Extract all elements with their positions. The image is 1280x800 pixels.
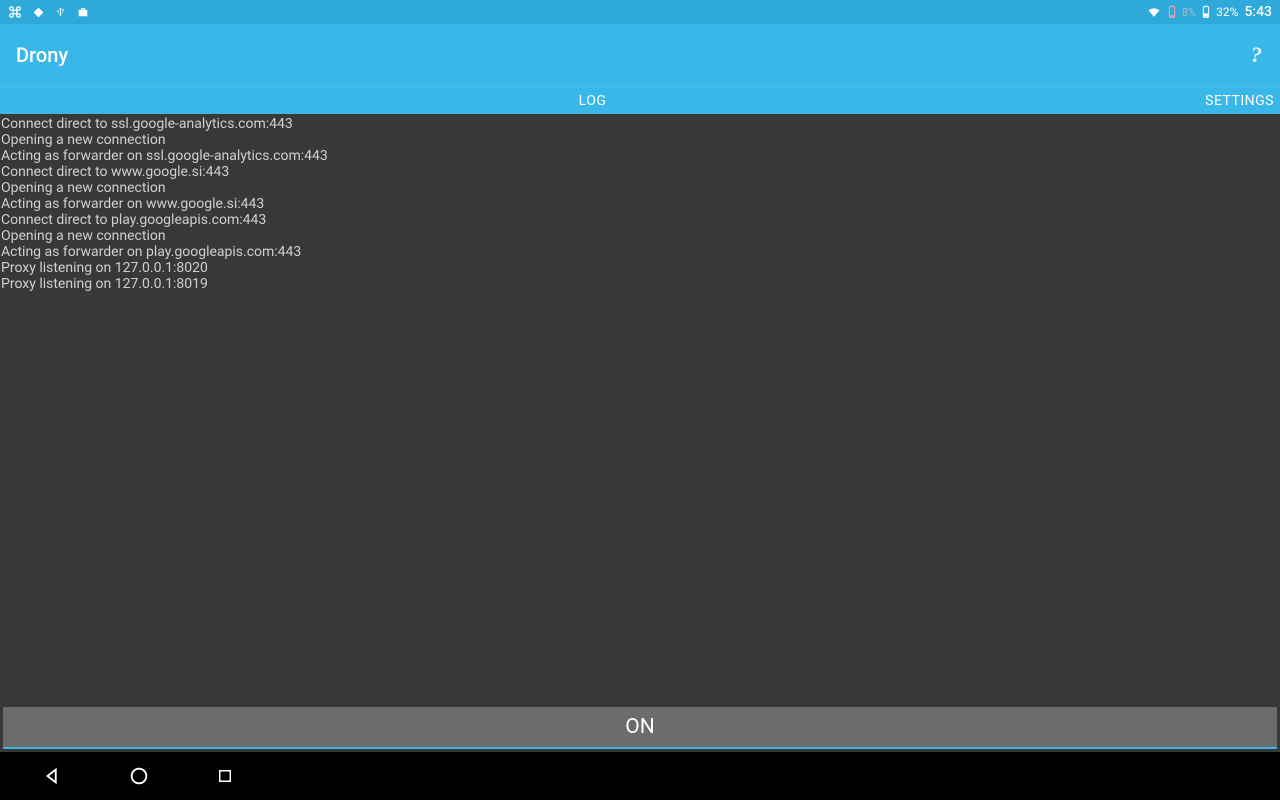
nav-home-button[interactable] <box>126 763 152 789</box>
nav-back-button[interactable] <box>40 763 66 789</box>
nav-bar <box>0 752 1280 800</box>
battery2-percent: 32% <box>1216 5 1238 19</box>
battery-icon <box>1202 5 1210 19</box>
log-line: Connect direct to play.googleapis.com:44… <box>0 212 1280 228</box>
log-line: Opening a new connection <box>0 228 1280 244</box>
app-title: Drony <box>16 43 68 67</box>
usb-icon <box>55 5 66 19</box>
tab-settings[interactable]: SETTINGS <box>1185 87 1280 114</box>
log-line: Acting as forwarder on www.google.si:443 <box>0 196 1280 212</box>
status-clock: 5:43 <box>1244 4 1272 20</box>
tab-bar: LOG SETTINGS <box>0 86 1280 114</box>
log-area[interactable]: Connect direct to ssl.google-analytics.c… <box>0 114 1280 704</box>
log-line: Acting as forwarder on ssl.google-analyt… <box>0 148 1280 164</box>
wifi-icon <box>1146 6 1162 19</box>
tab-log[interactable]: LOG <box>0 87 1185 114</box>
on-button[interactable]: ON <box>3 707 1277 749</box>
help-icon[interactable]: ? <box>1251 42 1264 68</box>
on-button-wrap: ON <box>0 704 1280 752</box>
log-line: Acting as forwarder on play.googleapis.c… <box>0 244 1280 260</box>
tag-icon <box>32 6 45 19</box>
app-bar: Drony ? <box>0 24 1280 86</box>
briefcase-icon <box>76 6 90 19</box>
battery-low-icon <box>1168 5 1176 19</box>
battery1-percent: 8% <box>1182 6 1196 19</box>
log-line: Opening a new connection <box>0 132 1280 148</box>
log-line: Connect direct to ssl.google-analytics.c… <box>0 116 1280 132</box>
log-line: Proxy listening on 127.0.0.1:8020 <box>0 260 1280 276</box>
log-line: Connect direct to www.google.si:443 <box>0 164 1280 180</box>
command-icon <box>8 5 22 19</box>
log-line: Proxy listening on 127.0.0.1:8019 <box>0 276 1280 292</box>
log-line: Opening a new connection <box>0 180 1280 196</box>
nav-recent-button[interactable] <box>212 763 238 789</box>
status-bar: 8% 32% 5:43 <box>0 0 1280 24</box>
